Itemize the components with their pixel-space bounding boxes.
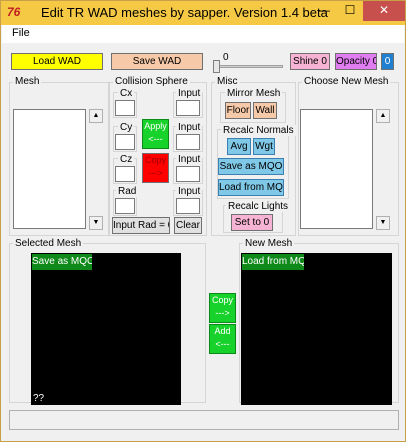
new-load-from-mqo-button[interactable]: Load from MQO <box>242 254 304 270</box>
cy-label: Cy <box>118 122 135 133</box>
input-label-2: Input <box>176 122 203 133</box>
shine-button[interactable]: Shine 0 <box>290 53 330 70</box>
minimize-button[interactable]: — <box>311 1 337 21</box>
recalc-normals-label: Recalc Normals <box>221 125 296 136</box>
menu-file[interactable]: File <box>12 27 30 39</box>
collision-sphere-label: Collision Sphere <box>113 76 190 87</box>
misc-label: Misc <box>215 76 240 87</box>
avg-button[interactable]: Avg <box>227 138 251 155</box>
close-button[interactable]: ✕ <box>363 1 405 21</box>
new-mesh-label: New Mesh <box>243 238 295 249</box>
cz-field[interactable] <box>115 166 135 182</box>
cx-label: Cx <box>118 88 135 99</box>
floor-button[interactable]: Floor <box>225 102 251 119</box>
copy-to-new-button[interactable]: Copy ---> <box>209 293 236 323</box>
app-icon: 76 <box>7 5 21 19</box>
input-field-3[interactable] <box>176 166 200 182</box>
status-bar <box>9 410 399 430</box>
choose-scroll-down-icon[interactable]: ▼ <box>376 216 390 230</box>
selected-save-as-mqo-button[interactable]: Save as MQO <box>32 254 92 270</box>
wall-button[interactable]: Wall <box>253 102 277 119</box>
window-title: Edit TR WAD meshes by sapper. Version 1.… <box>41 5 328 20</box>
cz-label: Cz <box>118 154 135 165</box>
clear-button[interactable]: Clear <box>174 217 202 234</box>
new-mesh-viewport[interactable] <box>241 253 392 405</box>
rad-field[interactable] <box>115 198 135 214</box>
load-wad-button[interactable]: Load WAD <box>11 53 103 70</box>
misc-save-as-mqo-button[interactable]: Save as MQO <box>218 158 284 175</box>
title-bar[interactable]: 76 Edit TR WAD meshes by sapper. Version… <box>1 1 405 25</box>
value-slider-track[interactable] <box>213 65 283 68</box>
input-label-3: Input <box>176 154 203 165</box>
rad-label: Rad <box>116 186 139 197</box>
collision-copy-button[interactable]: Copy ---> <box>142 153 169 183</box>
cy-field[interactable] <box>115 134 135 150</box>
input-field-1[interactable] <box>176 100 200 116</box>
wgt-button[interactable]: Wgt <box>253 138 275 155</box>
slider-value: 0 <box>223 52 229 63</box>
mirror-mesh-label: Mirror Mesh <box>225 88 283 99</box>
choose-mesh-list[interactable] <box>300 109 373 229</box>
selected-mesh-viewport[interactable] <box>31 253 181 405</box>
save-wad-button[interactable]: Save WAD <box>111 53 203 70</box>
add-to-selected-button[interactable]: Add <--- <box>209 324 236 354</box>
input-field-2[interactable] <box>176 134 200 150</box>
input-field-4[interactable] <box>176 198 200 214</box>
mesh-group-label: Mesh <box>13 76 42 87</box>
opacity-button[interactable]: Opacity 0 <box>335 53 377 70</box>
misc-load-from-mqo-button[interactable]: Load from MQO <box>218 179 284 196</box>
app-window: 76 Edit TR WAD meshes by sapper. Version… <box>0 0 406 442</box>
selected-mesh-indicator: ?? <box>33 393 45 404</box>
blue-value-button[interactable]: 0 <box>381 53 394 70</box>
recalc-lights-label: Recalc Lights <box>226 201 291 212</box>
mesh-list[interactable] <box>13 109 86 229</box>
menu-bar: File <box>2 25 404 43</box>
set-to-0-button[interactable]: Set to 0 <box>231 214 273 231</box>
cx-field[interactable] <box>115 100 135 116</box>
input-label-4: Input <box>176 186 203 197</box>
choose-scroll-up-icon[interactable]: ▲ <box>376 109 390 123</box>
selected-mesh-label: Selected Mesh <box>13 238 84 249</box>
maximize-button[interactable]: ☐ <box>337 1 363 21</box>
mesh-scroll-down-icon[interactable]: ▼ <box>89 216 103 230</box>
mesh-scroll-up-icon[interactable]: ▲ <box>89 109 103 123</box>
input-rad-button[interactable]: Input Rad = 0 <box>112 217 170 234</box>
choose-new-mesh-label: Choose New Mesh <box>302 76 391 87</box>
apply-button[interactable]: Apply <--- <box>142 119 169 149</box>
value-slider-thumb[interactable] <box>213 60 220 73</box>
input-label-1: Input <box>176 88 203 99</box>
